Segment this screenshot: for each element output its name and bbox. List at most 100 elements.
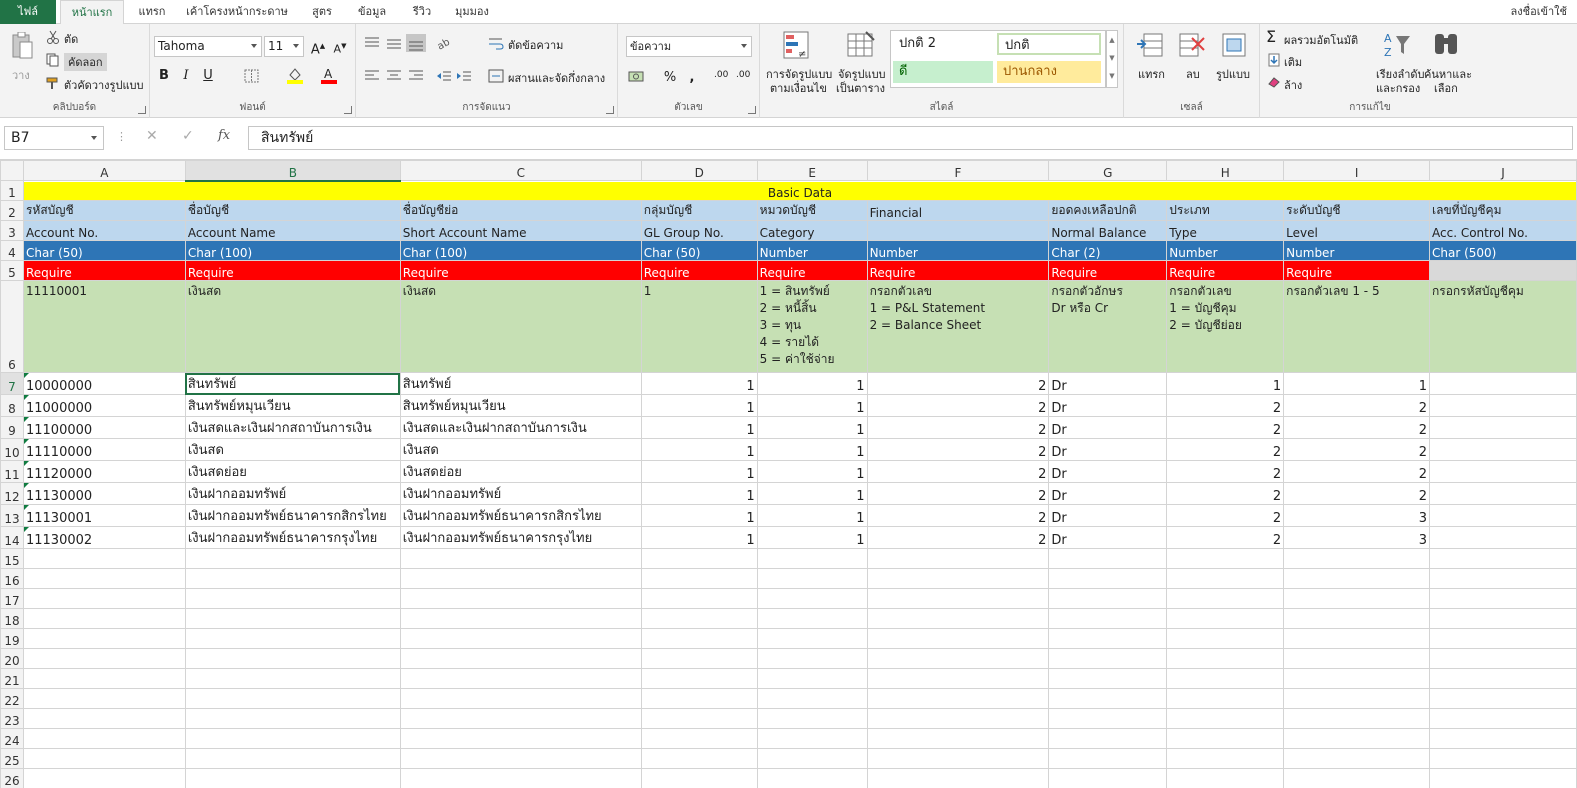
gl-group-cell[interactable]: 1 (640, 504, 758, 527)
type-value-cell[interactable]: 2 (1166, 504, 1285, 527)
row-header[interactable]: 18 (0, 608, 24, 629)
increase-indent-icon[interactable] (456, 69, 472, 83)
control-no-cell[interactable] (1429, 482, 1577, 505)
empty-cell[interactable] (866, 708, 1050, 729)
row-header[interactable]: 1 (0, 180, 24, 201)
control-no-cell[interactable] (1429, 460, 1577, 483)
type-cell[interactable]: Char (100) (184, 240, 401, 261)
normal-balance-cell[interactable]: Dr (1048, 482, 1168, 505)
type-cell[interactable]: Char (50) (22, 240, 186, 261)
level-cell[interactable]: 3 (1283, 504, 1430, 527)
control-no-cell[interactable] (1429, 438, 1577, 461)
copy-button[interactable]: คัดลอก (64, 53, 107, 71)
thai-header-cell[interactable]: รหัสบัญชี (22, 200, 186, 221)
row-header[interactable]: 16 (0, 568, 24, 589)
level-cell[interactable]: 2 (1283, 460, 1430, 483)
row-header[interactable]: 25 (0, 748, 24, 769)
type-cell[interactable]: Char (100) (399, 240, 642, 261)
empty-cell[interactable] (640, 688, 758, 709)
decrease-decimal-button[interactable]: .00 (736, 70, 750, 80)
tab-insert[interactable]: แทรก (130, 0, 174, 24)
empty-cell[interactable] (1429, 608, 1577, 629)
row-header[interactable]: 21 (0, 668, 24, 689)
empty-cell[interactable] (22, 668, 186, 689)
type-cell[interactable]: Number (1166, 240, 1285, 261)
empty-cell[interactable] (22, 548, 186, 569)
thai-header-cell[interactable]: ชื่อบัญชี (184, 200, 401, 221)
empty-cell[interactable] (399, 568, 642, 589)
sheet-title-cell[interactable]: Basic Data (22, 180, 1577, 201)
financial-cell[interactable]: 2 (866, 526, 1050, 549)
empty-cell[interactable] (184, 688, 401, 709)
orientation-icon[interactable]: ab (436, 36, 458, 53)
empty-cell[interactable] (1166, 648, 1285, 669)
normal-balance-cell[interactable]: Dr (1048, 372, 1168, 395)
normal-balance-cell[interactable]: Dr (1048, 504, 1168, 527)
scroll-down-icon[interactable]: ▼ (1107, 49, 1117, 67)
category-cell[interactable]: 1 (756, 504, 868, 527)
require-cell[interactable] (1429, 260, 1577, 281)
clipboard-launcher-icon[interactable] (138, 106, 146, 114)
thai-header-cell[interactable]: เลขที่บัญชีคุม (1429, 200, 1577, 221)
category-cell[interactable]: 1 (756, 394, 868, 417)
empty-cell[interactable] (184, 728, 401, 749)
control-no-cell[interactable] (1429, 526, 1577, 549)
empty-cell[interactable] (1166, 548, 1285, 569)
empty-cell[interactable] (399, 748, 642, 769)
format-cells-button[interactable]: รูปแบบ (1216, 65, 1250, 83)
autosum-button[interactable]: ผลรวมอัตโนมัติ (1284, 31, 1358, 49)
empty-cell[interactable] (22, 648, 186, 669)
account-name-cell[interactable]: เงินฝากออมทรัพย์ธนาคารกสิกรไทย (184, 504, 401, 527)
empty-cell[interactable] (756, 668, 868, 689)
underline-button[interactable]: U (198, 66, 218, 86)
type-cell[interactable]: Char (500) (1429, 240, 1577, 261)
account-no-cell[interactable]: 11000000 (22, 394, 186, 417)
insert-function-icon[interactable]: fx (218, 128, 230, 143)
account-no-cell[interactable]: 11130000 (22, 482, 186, 505)
empty-cell[interactable] (1283, 568, 1430, 589)
type-value-cell[interactable]: 2 (1166, 460, 1285, 483)
align-middle-icon[interactable] (386, 36, 402, 50)
type-cell[interactable]: Number (756, 240, 868, 261)
empty-cell[interactable] (756, 628, 868, 649)
account-name-cell[interactable]: เงินฝากออมทรัพย์ (184, 482, 401, 505)
short-name-cell[interactable]: เงินสดและเงินฝากสถาบันการเงิน (399, 416, 642, 439)
row-header[interactable]: 17 (0, 588, 24, 609)
require-cell[interactable]: Require (184, 260, 401, 281)
english-header-cell[interactable]: Account No. (22, 220, 186, 241)
number-launcher-icon[interactable] (748, 106, 756, 114)
scroll-up-icon[interactable]: ▲ (1107, 31, 1117, 49)
empty-cell[interactable] (1283, 668, 1430, 689)
percent-button[interactable]: % (660, 68, 680, 88)
empty-cell[interactable] (1166, 708, 1285, 729)
empty-cell[interactable] (1048, 568, 1168, 589)
bold-button[interactable]: B (154, 66, 174, 86)
fill-button[interactable]: เติม (1284, 53, 1302, 71)
empty-cell[interactable] (22, 748, 186, 769)
empty-cell[interactable] (1283, 768, 1430, 788)
align-bottom-icon[interactable] (406, 34, 426, 52)
find-select-button-line2[interactable]: เลือก (1434, 79, 1458, 97)
english-header-cell[interactable]: Category (756, 220, 868, 241)
empty-cell[interactable] (399, 588, 642, 609)
account-no-cell[interactable]: 11100000 (22, 416, 186, 439)
type-cell[interactable]: Char (2) (1048, 240, 1168, 261)
type-value-cell[interactable]: 2 (1166, 394, 1285, 417)
empty-cell[interactable] (1048, 628, 1168, 649)
sign-in-link[interactable]: ลงชื่อเข้าใช้ (1511, 0, 1567, 24)
italic-button[interactable]: I (176, 66, 196, 86)
financial-cell[interactable]: 2 (866, 482, 1050, 505)
level-cell[interactable]: 2 (1283, 482, 1430, 505)
english-header-cell[interactable]: Acc. Control No. (1429, 220, 1577, 241)
row-header[interactable]: 14 (0, 526, 24, 549)
empty-cell[interactable] (866, 588, 1050, 609)
row-header[interactable]: 26 (0, 768, 24, 788)
empty-cell[interactable] (1048, 688, 1168, 709)
account-name-cell[interactable]: เงินสดย่อย (184, 460, 401, 483)
format-as-table-button-line2[interactable]: เป็นตาราง (836, 79, 885, 97)
short-name-cell[interactable]: เงินฝากออมทรัพย์ธนาคารกรุงไทย (399, 526, 642, 549)
note-cell[interactable]: 1 = สินทรัพย์ 2 = หนี้สิ้น 3 = ทุน 4 = รายไ… (756, 280, 868, 373)
empty-cell[interactable] (1283, 648, 1430, 669)
account-no-cell[interactable]: 11130002 (22, 526, 186, 549)
require-cell[interactable]: Require (399, 260, 642, 281)
